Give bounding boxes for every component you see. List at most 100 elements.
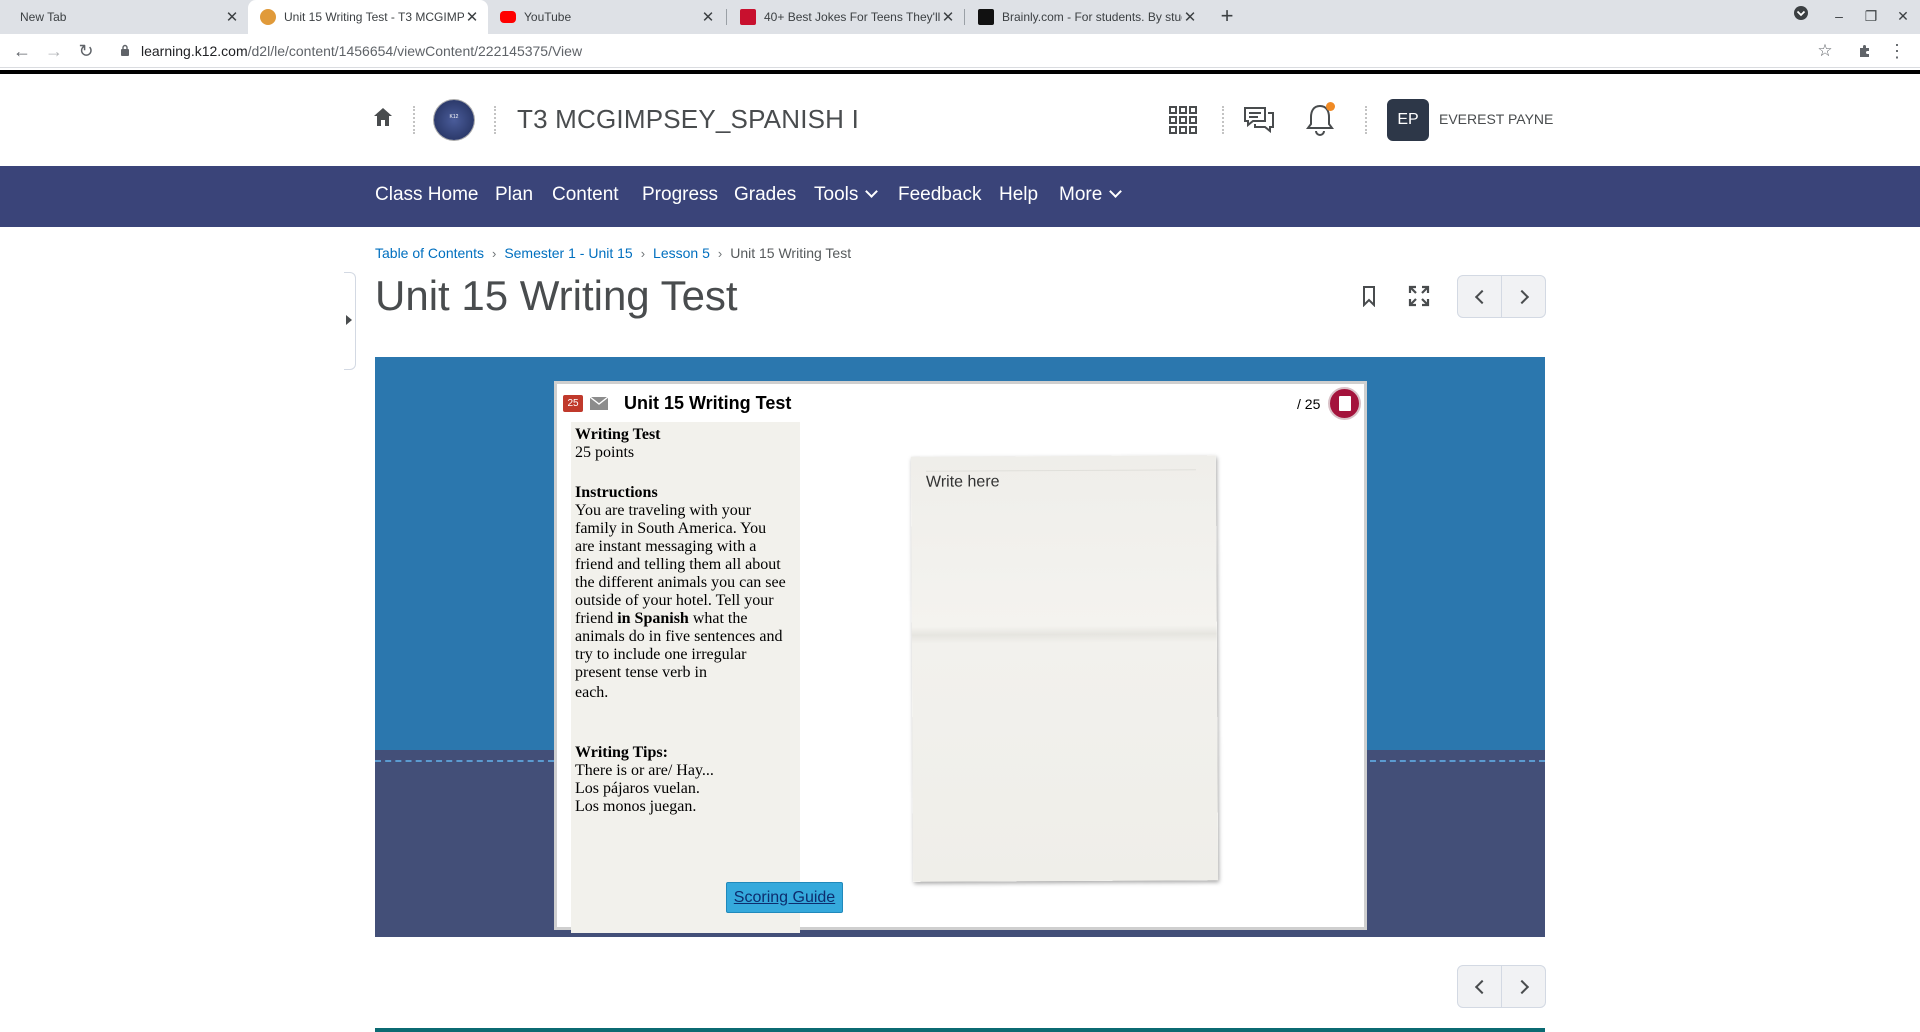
course-title[interactable]: T3 MCGIMPSEY_SPANISH I — [517, 104, 859, 135]
toc-panel-toggle[interactable] — [344, 272, 356, 370]
document-button[interactable] — [1328, 387, 1361, 420]
tab-jokes[interactable]: 40+ Best Jokes For Teens They'll Love ✕ — [728, 0, 964, 34]
tab-divider — [726, 9, 727, 25]
score-total: / 25 — [1297, 396, 1321, 412]
breadcrumb-lesson[interactable]: Lesson 5 — [653, 245, 710, 261]
header-divider — [494, 106, 496, 134]
nav-class-home[interactable]: Class Home — [375, 184, 478, 206]
header-divider — [413, 106, 415, 134]
nav-progress[interactable]: Progress — [642, 184, 718, 206]
instructions-panel: Writing Test 25 points Instructions You … — [571, 422, 800, 933]
tab-close-icon[interactable]: ✕ — [464, 8, 480, 26]
tip-item: Los monos juegan. — [575, 798, 697, 815]
home-icon[interactable] — [372, 106, 394, 128]
writing-paper[interactable]: Write here — [910, 455, 1219, 882]
chevron-left-icon — [1474, 289, 1489, 304]
course-selector-grid-icon[interactable] — [1169, 106, 1197, 134]
restore-icon[interactable]: ❐ — [1856, 0, 1886, 34]
topic-pager-top — [1457, 275, 1546, 318]
lock-icon — [121, 44, 129, 56]
nav-grades[interactable]: Grades — [734, 184, 796, 206]
tab-close-icon[interactable]: ✕ — [1182, 8, 1198, 26]
next-topic-button[interactable] — [1501, 966, 1545, 1007]
previous-topic-button[interactable] — [1458, 276, 1501, 317]
avatar[interactable]: EP — [1387, 99, 1429, 141]
new-tab-plus-icon[interactable]: + — [1214, 4, 1240, 30]
user-name[interactable]: EVEREST PAYNE — [1439, 111, 1553, 127]
next-topic-button[interactable] — [1501, 276, 1545, 317]
caret-right-icon — [346, 315, 352, 325]
activity-number-badge: 25 — [563, 395, 583, 412]
breadcrumb-separator: › — [717, 246, 723, 261]
tab-close-icon[interactable]: ✕ — [700, 8, 716, 26]
extensions-icon[interactable] — [1853, 39, 1877, 63]
dashed-line — [1370, 760, 1545, 762]
address-bar[interactable]: learning.k12.com/d2l/le/content/1456654/… — [141, 43, 582, 59]
breadcrumb-current: Unit 15 Writing Test — [730, 245, 852, 261]
chevron-right-icon — [1514, 289, 1529, 304]
breadcrumb-table-of-contents[interactable]: Table of Contents — [375, 245, 484, 261]
breadcrumb-semester-unit[interactable]: Semester 1 - Unit 15 — [504, 245, 632, 261]
tab-search-icon[interactable] — [1786, 0, 1816, 34]
brainly-favicon-icon — [978, 9, 994, 25]
forward-icon[interactable]: → — [42, 39, 66, 63]
reload-icon[interactable]: ↻ — [74, 39, 98, 63]
instructions-end: each. — [575, 684, 609, 701]
breadcrumb-separator: › — [491, 246, 497, 261]
tab-title: Unit 15 Writing Test - T3 MCGIMPSEY_SPAN… — [284, 10, 464, 24]
close-window-icon[interactable]: ✕ — [1888, 0, 1918, 34]
document-icon — [1338, 396, 1351, 411]
instructions-part1: You are traveling with your family in So… — [575, 502, 786, 627]
nav-more-label: More — [1059, 184, 1103, 205]
menu-kebab-icon[interactable]: ⋮ — [1885, 39, 1909, 63]
breadcrumb-separator: › — [640, 246, 646, 261]
course-header: K12 T3 MCGIMPSEY_SPANISH I EP EVEREST PA… — [0, 74, 1920, 166]
school-logo[interactable]: K12 — [434, 100, 474, 140]
tab-title: YouTube — [524, 10, 572, 24]
tab-close-icon[interactable]: ✕ — [224, 8, 240, 26]
tab-close-icon[interactable]: ✕ — [940, 8, 956, 26]
bookmark-icon[interactable] — [1359, 285, 1379, 307]
back-icon[interactable]: ← — [10, 39, 34, 63]
star-icon[interactable]: ☆ — [1813, 39, 1837, 63]
fullscreen-icon[interactable] — [1407, 284, 1431, 308]
nav-content[interactable]: Content — [552, 184, 619, 206]
chevron-down-icon — [1109, 185, 1123, 198]
points-text: 25 points — [575, 444, 635, 461]
content-frame: 25 Unit 15 Writing Test / 25 Writing Tes… — [375, 357, 1545, 937]
instructions-text: You are traveling with your family in So… — [575, 502, 788, 682]
activity-card: 25 Unit 15 Writing Test / 25 Writing Tes… — [554, 381, 1367, 933]
tab-title: New Tab — [20, 10, 67, 24]
browser-toolbar: ← → ↻ learning.k12.com/d2l/le/content/14… — [0, 34, 1920, 68]
tab-youtube[interactable]: YouTube ✕ — [488, 0, 724, 34]
activity-title: Unit 15 Writing Test — [624, 393, 792, 413]
tab-brainly[interactable]: Brainly.com - For students. By students.… — [966, 0, 1206, 34]
previous-topic-button[interactable] — [1458, 966, 1501, 1007]
tip-item: There is or are/ Hay... — [575, 762, 714, 779]
nav-more[interactable]: More — [1059, 184, 1123, 206]
nav-plan[interactable]: Plan — [495, 184, 533, 206]
tab-title: 40+ Best Jokes For Teens They'll Love — [764, 10, 940, 24]
message-alerts-icon[interactable] — [1243, 104, 1275, 136]
youtube-favicon-icon — [500, 11, 516, 23]
nav-help[interactable]: Help — [999, 184, 1038, 206]
notification-dot — [1326, 102, 1335, 111]
url-host: learning.k12.com — [141, 43, 248, 59]
header-divider — [1222, 106, 1224, 134]
nav-tools[interactable]: Tools — [814, 184, 879, 206]
envelope-icon[interactable] — [590, 397, 608, 410]
course-navbar: Class Home Plan Content Progress Grades … — [0, 166, 1920, 227]
nav-feedback[interactable]: Feedback — [898, 184, 981, 206]
url-path: /d2l/le/content/1456654/viewContent/2221… — [247, 43, 583, 59]
nav-tools-label: Tools — [814, 184, 859, 205]
tab-new-tab[interactable]: New Tab ✕ — [8, 0, 248, 34]
chevron-left-icon — [1474, 979, 1489, 994]
write-here-placeholder[interactable]: Write here — [926, 473, 1000, 491]
writing-tips-heading: Writing Tips: — [575, 744, 668, 761]
tab-unit-15[interactable]: Unit 15 Writing Test - T3 MCGIMPSEY_SPAN… — [248, 0, 488, 34]
minimize-icon[interactable]: – — [1824, 0, 1854, 34]
scoring-guide-button[interactable]: Scoring Guide — [726, 882, 843, 913]
browser-tabstrip: New Tab ✕ Unit 15 Writing Test - T3 MCGI… — [0, 0, 1920, 34]
